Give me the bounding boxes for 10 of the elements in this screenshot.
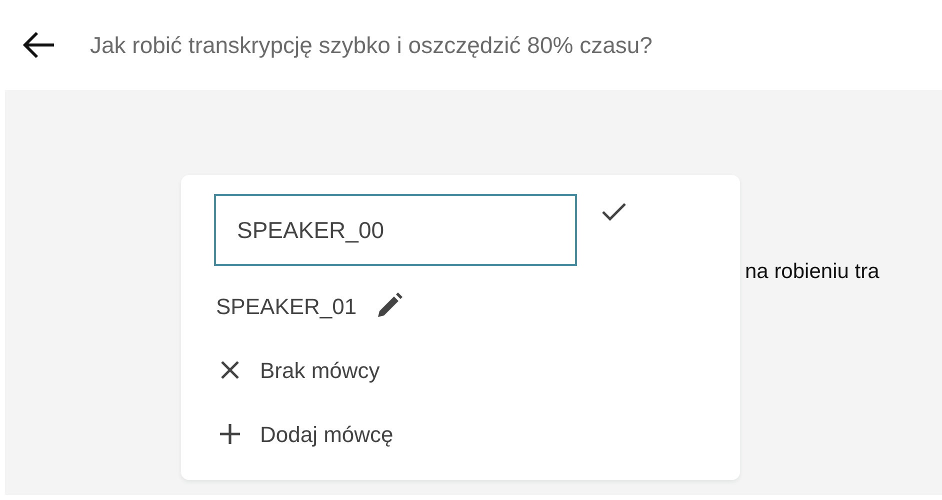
- page-title: Jak robić transkrypcję szybko i oszczędzić 80% czasu?: [90, 30, 652, 60]
- add-speaker-item[interactable]: Dodaj mówcę: [214, 402, 394, 466]
- back-arrow-icon[interactable]: [22, 31, 56, 59]
- speaker-name-field[interactable]: SPEAKER_00: [214, 194, 577, 266]
- speaker-item[interactable]: SPEAKER_01: [216, 274, 357, 338]
- plus-icon: [219, 423, 241, 445]
- close-icon: [220, 360, 240, 380]
- check-icon[interactable]: [601, 202, 627, 222]
- transcript-text: na robieniu tra: [745, 259, 880, 285]
- no-speaker-item[interactable]: Brak mówcy: [214, 338, 380, 402]
